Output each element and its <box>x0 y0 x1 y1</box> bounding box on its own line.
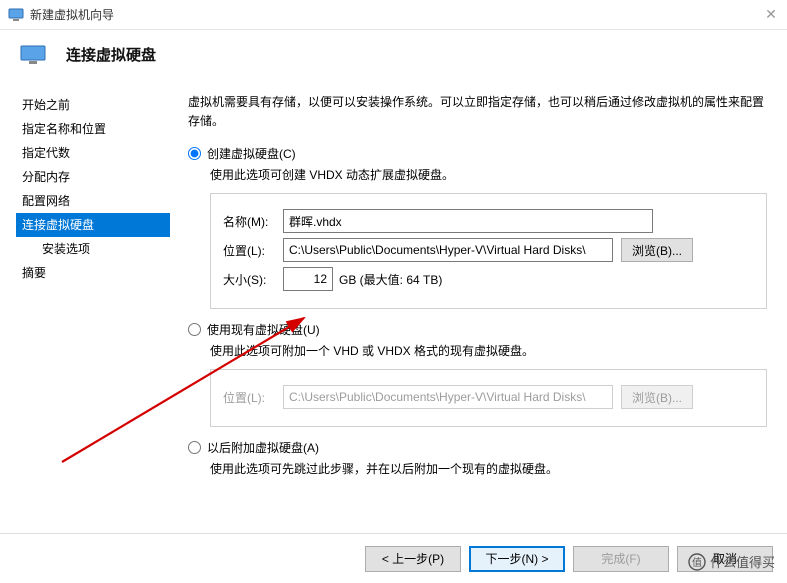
sidebar-item-virtual-disk[interactable]: 连接虚拟硬盘 <box>16 213 170 237</box>
radio-existing-label: 使用现有虚拟硬盘(U) <box>207 321 320 338</box>
wizard-header: 连接虚拟硬盘 <box>0 30 787 75</box>
next-button[interactable]: 下一步(N) > <box>469 546 565 572</box>
option-create-row[interactable]: 创建虚拟硬盘(C) <box>188 145 767 162</box>
sidebar-item-before-begin[interactable]: 开始之前 <box>16 93 170 117</box>
app-icon <box>8 7 24 23</box>
sidebar-item-network[interactable]: 配置网络 <box>16 189 170 213</box>
option-later-desc: 使用此选项可先跳过此步骤，并在以后附加一个现有的虚拟硬盘。 <box>210 460 767 477</box>
sidebar-item-name-location[interactable]: 指定名称和位置 <box>16 117 170 141</box>
radio-create-label: 创建虚拟硬盘(C) <box>207 145 296 162</box>
create-field-group: 名称(M): 位置(L): 浏览(B)... 大小(S): GB (最大值: 6… <box>210 193 767 309</box>
radio-later[interactable] <box>188 441 201 454</box>
existing-location-label: 位置(L): <box>223 389 283 406</box>
sidebar-item-generation[interactable]: 指定代数 <box>16 141 170 165</box>
option-existing-desc: 使用此选项可附加一个 VHD 或 VHDX 格式的现有虚拟硬盘。 <box>210 342 767 359</box>
browse-button[interactable]: 浏览(B)... <box>621 238 693 262</box>
radio-later-label: 以后附加虚拟硬盘(A) <box>207 439 319 456</box>
size-input[interactable] <box>283 267 333 291</box>
existing-browse-button: 浏览(B)... <box>621 385 693 409</box>
name-input[interactable] <box>283 209 653 233</box>
wizard-footer: < 上一步(P) 下一步(N) > 完成(F) 取消 <box>0 533 787 583</box>
wizard-steps-sidebar: 开始之前 指定名称和位置 指定代数 分配内存 配置网络 连接虚拟硬盘 安装选项 … <box>0 75 170 526</box>
intro-text: 虚拟机需要具有存储，以便可以安装操作系统。可以立即指定存储，也可以稍后通过修改虚… <box>188 93 767 131</box>
sidebar-item-install-options[interactable]: 安装选项 <box>16 237 170 261</box>
close-icon[interactable]: ✕ <box>763 6 779 22</box>
prev-button[interactable]: < 上一步(P) <box>365 546 461 572</box>
option-existing-row[interactable]: 使用现有虚拟硬盘(U) <box>188 321 767 338</box>
sidebar-item-memory[interactable]: 分配内存 <box>16 165 170 189</box>
page-title: 连接虚拟硬盘 <box>66 44 156 65</box>
titlebar: 新建虚拟机向导 ✕ <box>0 0 787 30</box>
name-label: 名称(M): <box>223 213 283 230</box>
option-create-desc: 使用此选项可创建 VHDX 动态扩展虚拟硬盘。 <box>210 166 767 183</box>
existing-field-group: 位置(L): 浏览(B)... <box>210 369 767 427</box>
wizard-content: 虚拟机需要具有存储，以便可以安装操作系统。可以立即指定存储，也可以稍后通过修改虚… <box>170 75 787 526</box>
window-title: 新建虚拟机向导 <box>30 6 114 23</box>
cancel-button[interactable]: 取消 <box>677 546 773 572</box>
option-later-row[interactable]: 以后附加虚拟硬盘(A) <box>188 439 767 456</box>
finish-button: 完成(F) <box>573 546 669 572</box>
wizard-icon <box>20 45 46 65</box>
size-unit: GB (最大值: 64 TB) <box>339 271 442 288</box>
location-input[interactable] <box>283 238 613 262</box>
radio-existing[interactable] <box>188 323 201 336</box>
radio-create[interactable] <box>188 147 201 160</box>
size-label: 大小(S): <box>223 271 283 288</box>
sidebar-item-summary[interactable]: 摘要 <box>16 261 170 285</box>
existing-location-input <box>283 385 613 409</box>
location-label: 位置(L): <box>223 242 283 259</box>
